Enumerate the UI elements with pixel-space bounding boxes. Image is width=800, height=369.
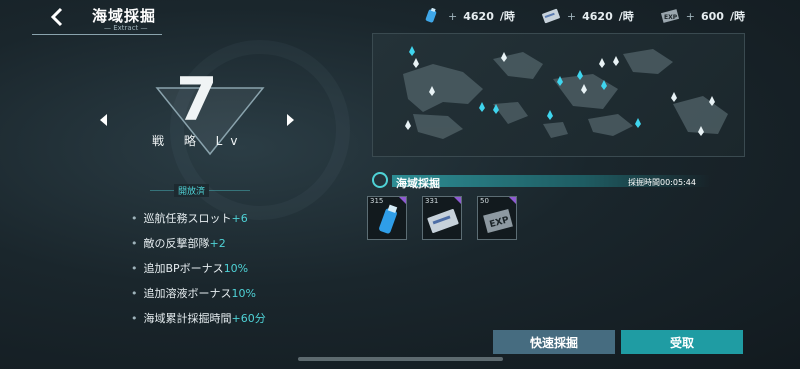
resource-plus: + [448,9,458,23]
bonus-item: 追加溶液ボーナス10% [131,287,266,312]
page-subtitle: — Extract — [104,24,148,32]
reward-item-fuel[interactable]: 315 [367,196,407,240]
resource-unit: /時 [729,10,745,23]
level-label: 戦 略 Lv [152,134,246,148]
triangle-left-icon [100,114,107,126]
bonus-list: 巡航任務スロット+6 敵の反撃部隊+2 追加BPボーナス10% 追加溶液ボーナス… [131,212,266,337]
page-title: 海域採掘 [92,7,157,25]
level-prev-button[interactable] [100,114,108,129]
claim-button[interactable]: 受取 [621,330,743,354]
exp-card-icon: EXP [660,9,679,23]
ticket-card-icon [541,8,560,24]
location-pin-icon [372,172,388,188]
resource-exp: EXP + 600 /時 [660,8,745,24]
resource-amount: 600 [701,9,724,23]
resource-plus: + [566,9,577,23]
triangle-right-icon [287,114,294,126]
bonus-item: 海域累計採掘時間+60分 [131,312,266,337]
header-divider [32,34,162,35]
resource-ticket: + 4620 /時 [541,8,634,24]
chevron-left-icon [50,7,63,27]
level-next-button[interactable] [286,114,294,129]
zone-title: 海域採掘 [396,177,440,190]
resource-unit: /時 [499,10,515,23]
bonus-item: 敵の反撃部隊+2 [131,237,266,262]
back-button[interactable] [46,6,70,28]
bonus-item: 巡航任務スロット+6 [131,212,266,237]
resource-plus: + [685,9,695,23]
extraction-time-value: 00:05:44 [660,178,696,187]
resource-amount: 4620 [463,9,494,23]
level-number: 7 [176,65,218,135]
reward-item-exp[interactable]: 50 EXP [477,196,517,240]
resource-bar: + 4620 /時 + 4620 /時 EXP + 600 /時 [422,8,745,24]
ticket-card-icon [427,208,459,234]
extraction-time-label: 採掘時間 [628,178,660,187]
fuel-tank-icon [379,204,398,234]
exp-card-icon: EXP [483,208,513,234]
svg-text:EXP: EXP [664,14,678,21]
extraction-time: 採掘時間00:05:44 [628,177,696,188]
unlocked-label: 開放済 [174,184,210,197]
fuel-tank-icon [425,8,437,23]
resource-unit: /時 [618,10,634,23]
bonus-item: 追加BPボーナス10% [131,262,266,287]
sea-map-islands [403,46,728,139]
reward-item-ticket[interactable]: 331 [422,196,462,240]
quick-extract-button[interactable]: 快速採掘 [493,330,615,354]
sea-map[interactable] [372,33,745,157]
resource-fuel: + 4620 /時 [422,8,515,24]
home-indicator [298,357,503,361]
resource-amount: 4620 [582,9,613,23]
